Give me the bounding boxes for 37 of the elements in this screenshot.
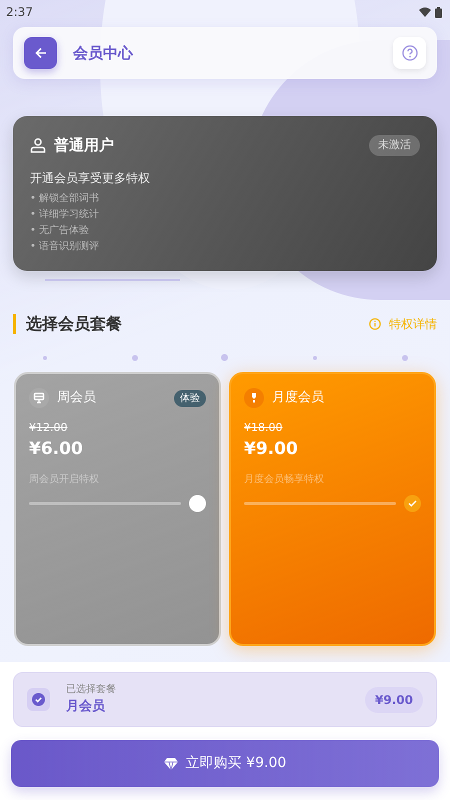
user-level: 普通用户	[54, 135, 115, 156]
decoration-dot	[43, 356, 47, 360]
decoration-dot	[313, 356, 317, 360]
benefit-item: • 详细学习统计	[30, 208, 100, 222]
original-price: ¥18.00	[244, 420, 282, 436]
trial-tag: 体验	[174, 390, 206, 406]
diamond-icon	[164, 758, 178, 770]
plan-price: ¥6.00	[29, 438, 84, 460]
help-icon	[402, 45, 418, 61]
plan-price: ¥9.00	[244, 438, 299, 460]
back-button[interactable]	[24, 37, 57, 69]
plan-description: 月度会员畅享特权	[244, 472, 325, 487]
wifi-icon	[419, 7, 431, 17]
decoration-dot	[132, 355, 138, 361]
buy-button[interactable]: 立即购买 ¥9.00	[11, 740, 439, 787]
check-icon	[27, 688, 50, 711]
decoration-dot	[402, 355, 408, 361]
summary-price: ¥9.00	[365, 686, 423, 712]
help-button[interactable]	[393, 37, 426, 69]
summary-plan: 月会员	[66, 698, 106, 716]
original-price: ¥12.00	[29, 420, 68, 436]
benefit-item: • 无广告体验	[30, 224, 90, 238]
section-title: 选择会员套餐	[13, 314, 122, 334]
status-time: 2:37	[6, 4, 33, 21]
card-subtitle: 开通会员享受更多特权	[30, 170, 151, 186]
plan-name: 月度会员	[272, 389, 325, 408]
decoration-dot	[221, 354, 228, 361]
benefit-item: • 语音识别测评	[30, 240, 100, 254]
benefit-item: • 解锁全部词书	[30, 192, 100, 206]
battery-icon	[435, 6, 442, 18]
user-icon	[30, 137, 46, 154]
back-icon	[34, 47, 46, 59]
plan-name: 周会员	[57, 389, 97, 408]
status-badge: 未激活	[369, 135, 420, 156]
summary-label: 已选择套餐	[66, 682, 117, 698]
page-title: 会员中心	[73, 42, 134, 64]
info-icon	[369, 318, 381, 330]
